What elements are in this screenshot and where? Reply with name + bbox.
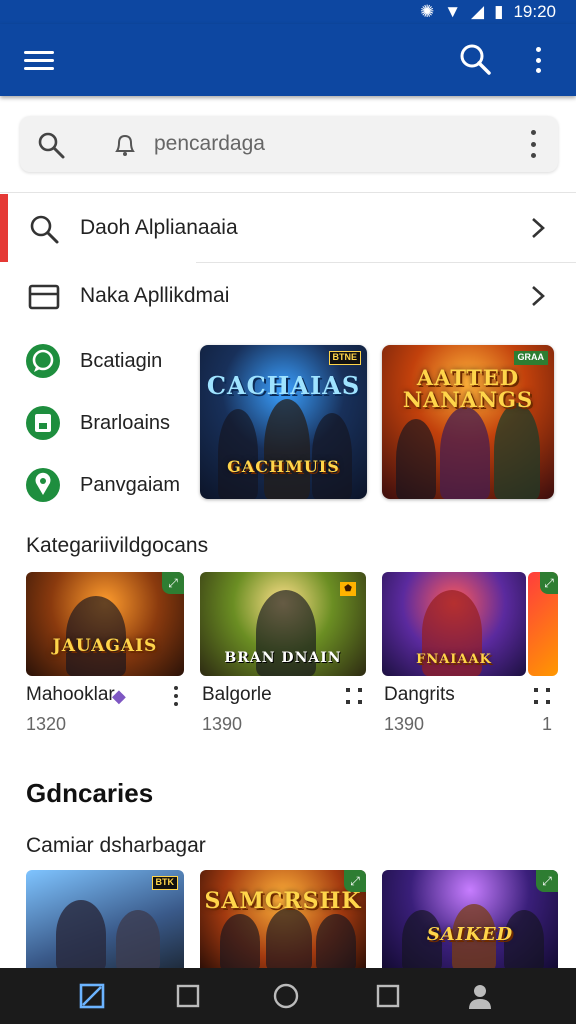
nav-item-chat[interactable]: Bcatiagin <box>0 336 196 388</box>
status-time: 19:20 <box>513 2 556 21</box>
status-bar: ✺ ▼ ◢ ▮ 19:20 <box>0 0 576 24</box>
chevron-right-icon <box>530 216 546 245</box>
featured-card[interactable]: AATTED NANANGS GRAA <box>382 345 554 499</box>
character-figure <box>116 910 160 970</box>
menu-row-search[interactable]: Daoh Alplianaaia <box>0 196 576 262</box>
expand-icon: ⤢ <box>162 572 184 594</box>
card-art-title: FNAIAAK <box>416 652 492 667</box>
menu-row-window[interactable]: Naka Apllikdmai <box>0 264 576 330</box>
gem-icon: ◆ <box>112 686 126 706</box>
home-icon[interactable] <box>256 968 316 1024</box>
divider <box>0 192 576 193</box>
menu-row-label: Naka Apllikdmai <box>80 284 230 307</box>
card-art-title: SAIKED <box>426 924 514 945</box>
section-subheading: Camiar dsharbagar <box>26 834 206 857</box>
character-figure <box>264 399 310 499</box>
app-bar <box>0 24 576 96</box>
game-card[interactable]: SAIKED ⤢ <box>382 870 558 970</box>
app-card[interactable]: JAUAGAIS ⤢ <box>26 572 184 676</box>
card-badge: BTK <box>151 876 178 890</box>
character-figure <box>494 403 540 499</box>
expand-icon: ⤢ <box>536 870 558 892</box>
card-badge: ⬟ <box>340 582 356 596</box>
app-name: Mahooklar <box>26 684 115 705</box>
character-figure <box>218 409 258 499</box>
menu-icon[interactable] <box>24 46 54 74</box>
app-size: 1390 <box>384 714 425 734</box>
app-size: 1320 <box>26 714 67 734</box>
card-art-title: SAMCRSHK <box>204 888 362 914</box>
search-placeholder: pencardaga <box>154 132 265 155</box>
overview-icon[interactable] <box>358 968 418 1024</box>
search-icon <box>28 213 60 250</box>
character-figure <box>312 413 352 499</box>
character-figure <box>266 908 312 970</box>
profile-icon[interactable] <box>450 968 510 1024</box>
chat-bubble-icon <box>26 344 60 378</box>
character-figure <box>316 914 356 970</box>
wifi-icon: ▼ <box>444 2 462 21</box>
nav-item-save[interactable]: Brarloains <box>0 398 196 450</box>
app-card[interactable]: BRAN DNAIN ⬟ <box>200 572 366 676</box>
nav-item-location[interactable]: Panvgaiam <box>0 460 196 512</box>
more-options-icon[interactable] <box>166 684 186 708</box>
bell-icon <box>110 130 140 165</box>
more-options-icon[interactable] <box>528 44 548 76</box>
search-icon[interactable] <box>458 42 492 76</box>
recents-icon[interactable] <box>158 968 218 1024</box>
card-art-title: AATTED NANANGS <box>402 365 534 412</box>
divider <box>196 262 576 263</box>
character-figure <box>220 914 260 970</box>
app-size: 1390 <box>202 714 243 734</box>
window-icon <box>28 281 60 318</box>
search-more-icon[interactable] <box>526 130 540 158</box>
location-pin-icon <box>26 468 60 502</box>
card-art-title: BRAN DNAIN <box>224 650 342 666</box>
card-art-subtitle: GACHMUIS <box>227 457 340 476</box>
game-card[interactable]: SAMCRSHK ⤢ <box>200 870 366 970</box>
nav-item-label: Brarloains <box>80 412 171 434</box>
nav-item-label: Bcatiagin <box>80 350 163 372</box>
character-figure <box>396 419 436 499</box>
character-figure <box>56 900 106 970</box>
featured-card[interactable]: CACHAIAS GACHMUIS BTNE <box>200 345 367 499</box>
battery-icon: ▮ <box>494 2 504 21</box>
section-title: Kategariivildgocans <box>26 534 209 557</box>
grid-icon[interactable] <box>346 688 364 706</box>
signal-icon: ◢ <box>471 2 485 21</box>
character-figure <box>440 407 490 499</box>
card-art-title: JAUAGAIS <box>52 636 158 656</box>
app-name: Dangrits <box>384 684 455 705</box>
expand-icon: ⤢ <box>344 870 366 892</box>
card-badge: GRAA <box>513 351 548 365</box>
expand-icon: ⤢ <box>540 572 558 594</box>
app-card[interactable]: ⤢ <box>528 572 558 676</box>
grid-icon[interactable] <box>534 688 552 706</box>
system-nav-bar <box>0 968 576 1024</box>
app-size: 1 <box>542 714 553 734</box>
search-icon <box>36 130 66 165</box>
card-art-title: CACHAIAS <box>206 371 361 400</box>
card-badge: BTNE <box>328 351 361 365</box>
app-name: Balgorle <box>202 684 272 705</box>
search-field[interactable]: pencardaga <box>20 116 558 172</box>
menu-row-label: Daoh Alplianaaia <box>80 216 238 239</box>
game-card[interactable]: BTK <box>26 870 184 970</box>
nav-item-label: Panvgaiam <box>80 474 181 496</box>
save-icon <box>26 406 60 440</box>
settings-status-icon: ✺ <box>419 2 435 21</box>
chevron-right-icon <box>530 284 546 313</box>
section-heading: Gdncaries <box>26 778 154 808</box>
gallery-icon[interactable] <box>62 968 122 1024</box>
app-card[interactable]: FNAIAAK <box>382 572 526 676</box>
